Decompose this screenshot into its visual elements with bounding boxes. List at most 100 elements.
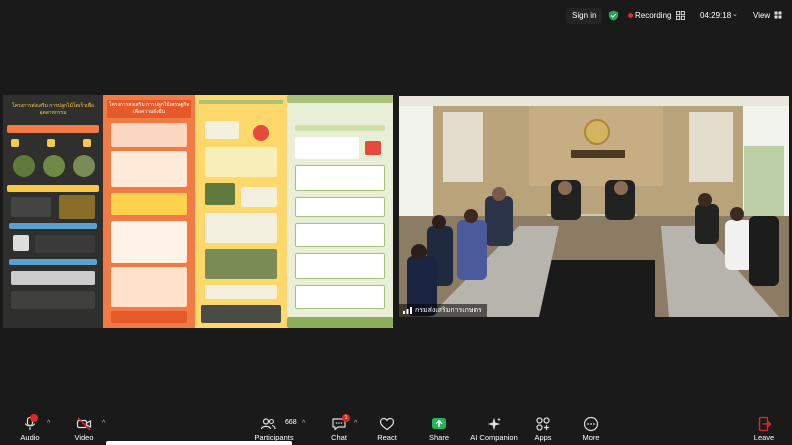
text-block [295,137,359,159]
tree-photo [43,155,65,177]
checklist-card [295,253,385,279]
infographic-panel-2: โครงการส่งเสริม การปลูกไม้เศรษฐกิจเพื่อค… [103,95,195,328]
react-button[interactable]: React [370,410,404,445]
audio-label: Audio [20,433,40,442]
grid-icon[interactable] [676,11,685,20]
chat-button[interactable]: 1 Chat [322,410,356,445]
text-block [11,197,51,217]
panel-1-title: โครงการส่งเสริม การปลูกไม้โตเร็วเพื่ออุต… [11,103,95,116]
text-block [111,123,187,147]
coin-card [295,165,385,191]
participants-icon [260,418,276,430]
heart-icon [379,417,395,431]
participant-name-tag: กรมส่งเสริมการเกษตร [399,304,487,317]
contact-block [11,291,95,309]
number-badge [83,139,91,147]
number-badge [11,139,19,147]
infographic-panel-1: โครงการส่งเสริม การปลูกไม้โตเร็วเพื่ออุต… [3,95,103,328]
footer-strip [111,311,187,323]
signal-bars-icon [403,307,412,314]
leave-button[interactable]: Leave [747,410,781,445]
share-label: Share [428,433,449,442]
share-screen-icon [432,418,446,429]
note-card [205,285,277,299]
audio-options-caret[interactable]: ^ [47,420,50,427]
text-block [11,271,95,285]
share-button[interactable]: Share [422,410,456,445]
ai-companion-label: AI Companion [470,433,518,442]
leave-label: Leave [753,433,775,442]
document-images [111,221,187,263]
contact-card [295,285,385,309]
infographic-panel-4 [287,95,393,328]
meeting-toolbar: Audio ^ Video ^ Participants 668 ^ 1 Cha… [0,410,792,445]
chat-options-caret[interactable]: ^ [354,420,357,427]
ai-sparkle-icon [487,417,501,431]
text-block [295,125,385,131]
meeting-room-scene [399,96,789,317]
money-card [295,197,385,217]
view-icon[interactable] [774,11,782,19]
video-options-caret[interactable]: ^ [102,420,105,427]
chevron-down-icon[interactable]: ⌄ [732,10,738,18]
more-icon [583,416,599,432]
section-header [7,185,99,192]
apps-label: Apps [534,433,552,442]
participants-count: 668 [285,419,297,426]
meeting-timer: 04:29:18 [700,11,732,20]
recording-indicator[interactable]: Recording [635,11,671,20]
target-icon [253,125,269,141]
view-button[interactable]: View [748,8,775,24]
home-indicator-bar [106,441,292,445]
leave-icon [758,416,772,432]
note-card [205,121,239,139]
coin-row [111,193,187,215]
participants-button[interactable]: Participants [252,410,296,445]
section-header [9,223,97,229]
plant-images [111,151,187,187]
tree-photo [73,155,95,177]
more-button[interactable]: More [574,410,608,445]
info-card [295,223,385,247]
field-photo [205,249,277,279]
section-header [9,259,97,265]
chat-label: Chat [331,433,347,442]
target-icon [365,141,381,155]
panel-3-title [199,100,283,104]
field-photo [205,183,235,205]
participant-name: กรมส่งเสริมการเกษตร [415,307,482,314]
participant-video-tile[interactable]: กรมส่งเสริมการเกษตร [399,96,789,317]
note-card [205,213,277,243]
audio-alert-badge [30,414,38,422]
audio-button[interactable]: Audio [10,410,50,445]
video-button[interactable]: Video [64,410,104,445]
number-badge [47,139,55,147]
video-off-icon [76,417,92,431]
apps-icon [536,417,550,431]
chart-graphic [59,195,95,219]
apps-button[interactable]: Apps [526,410,560,445]
shield-check-icon[interactable] [608,10,619,21]
more-label: More [582,433,600,442]
shared-screen[interactable]: โครงการส่งเสริม การปลูกไม้โตเร็วเพื่ออุต… [3,95,393,328]
tree-photo [13,155,35,177]
chat-unread-badge: 1 [342,414,350,422]
participants-options-caret[interactable]: ^ [302,420,305,427]
recording-dot-icon [628,13,633,18]
section-header [7,125,99,133]
note-card [241,187,277,207]
footer-strip [287,317,393,328]
footer-strip [201,305,281,323]
header-strip [287,95,393,103]
text-block [35,235,95,253]
flag-section [111,267,187,307]
sign-in-button[interactable]: Sign in [566,8,603,24]
top-bar: Sign in Recording 04:29:18 ⌄ View [0,0,792,30]
ai-companion-button[interactable]: AI Companion [468,410,520,445]
panel-2-title: โครงการส่งเสริม การปลูกไม้เศรษฐกิจเพื่อค… [107,100,191,118]
react-label: React [377,433,397,442]
photo-collage [205,147,277,177]
infographic-panel-3 [195,95,287,328]
video-label: Video [74,433,94,442]
qr-code [13,235,29,251]
